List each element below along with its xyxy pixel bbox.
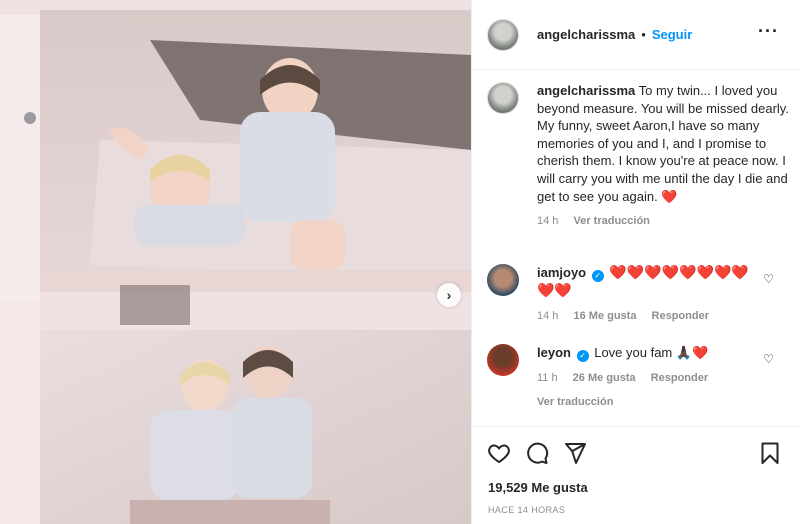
comment-likes[interactable]: 26 Me gusta <box>573 372 636 384</box>
photo-collage <box>0 0 471 524</box>
comment-meta-translate: Ver traducción <box>537 394 757 412</box>
comment-username[interactable]: iamjoyo <box>537 265 586 280</box>
post-header: angelcharissma • Seguir ··· <box>472 0 800 70</box>
commenter-avatar[interactable] <box>487 344 519 376</box>
caption-username[interactable]: angelcharissma <box>537 83 635 98</box>
post-caption: angelcharissma To my twin... I loved you… <box>487 82 792 231</box>
post-sidebar: angelcharissma • Seguir ··· angelchariss… <box>471 0 800 524</box>
comment-time[interactable]: 11 h <box>537 372 558 384</box>
verified-badge-icon: ✓ <box>591 270 604 282</box>
comment-body: leyon ✓ Love you fam 🙏🏿❤️ 11 h 26 Me gus… <box>537 344 757 411</box>
caption-body: To my twin... I loved you beyond measure… <box>537 83 789 204</box>
comment-likes[interactable]: 16 Me gusta <box>573 310 636 322</box>
caption-time[interactable]: 14 h <box>537 215 558 227</box>
caption-meta: 14 h Ver traducción <box>537 213 789 231</box>
commenter-avatar[interactable] <box>487 264 519 296</box>
comment-like-heart-icon[interactable]: ♡ <box>763 272 774 286</box>
caption-content: angelcharissma To my twin... I loved you… <box>537 82 789 231</box>
comment-icon[interactable] <box>525 441 549 465</box>
more-options-icon[interactable]: ··· <box>758 22 779 40</box>
comment-meta: 14 h 16 Me gusta Responder <box>537 308 757 326</box>
like-count[interactable]: 19,529 Me gusta <box>488 480 588 495</box>
comment-item: iamjoyo ✓ ❤️❤️❤️❤️❤️❤️❤️❤️❤️❤️ 14 h 16 M… <box>487 264 792 325</box>
post-image[interactable]: › <box>0 0 471 524</box>
separator-dot: • <box>641 27 646 42</box>
heart-icon[interactable] <box>487 441 511 465</box>
caption-translate-link[interactable]: Ver traducción <box>573 215 649 227</box>
author-username[interactable]: angelcharissma <box>537 27 635 42</box>
verified-badge-icon: ✓ <box>576 350 589 362</box>
action-bar <box>472 426 800 476</box>
chevron-right-icon: › <box>446 287 452 303</box>
comment-item: leyon ✓ Love you fam 🙏🏿❤️ 11 h 26 Me gus… <box>487 344 792 411</box>
next-image-button[interactable]: › <box>437 283 461 307</box>
follow-button[interactable]: Seguir <box>652 27 692 42</box>
comment-body: iamjoyo ✓ ❤️❤️❤️❤️❤️❤️❤️❤️❤️❤️ 14 h 16 M… <box>537 264 757 325</box>
caption-avatar[interactable] <box>487 82 519 114</box>
send-icon[interactable] <box>563 441 587 465</box>
comment-meta: 11 h 26 Me gusta Responder <box>537 370 757 388</box>
comment-text: Love you fam 🙏🏿❤️ <box>594 345 709 360</box>
comment-like-heart-icon[interactable]: ♡ <box>763 352 774 366</box>
reply-button[interactable]: Responder <box>652 310 709 322</box>
comment-username[interactable]: leyon <box>537 345 571 360</box>
post-timestamp[interactable]: HACE 14 HORAS <box>488 505 565 515</box>
bookmark-icon[interactable] <box>758 441 782 465</box>
comment-time[interactable]: 14 h <box>537 310 558 322</box>
comment-translate-link[interactable]: Ver traducción <box>537 396 613 408</box>
author-avatar[interactable] <box>487 18 519 51</box>
reply-button[interactable]: Responder <box>651 372 708 384</box>
